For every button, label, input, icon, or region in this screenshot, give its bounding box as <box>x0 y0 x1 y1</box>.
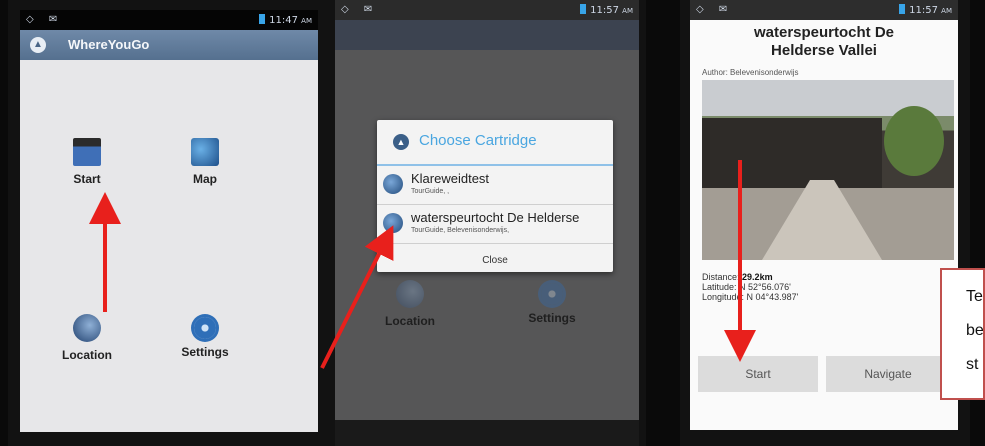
start-label: Start <box>73 172 101 186</box>
close-button[interactable]: Close <box>377 244 613 266</box>
map-tile[interactable]: Map <box>160 138 250 186</box>
cartridge-info: Distance: 29.2km Latitude: N 52°56.076' … <box>702 272 799 302</box>
location-tile[interactable]: Location <box>42 314 132 362</box>
choose-cartridge-dialog: ▲ Choose Cartridge Klareweidtest TourGui… <box>377 120 613 272</box>
dimmed-location-tile: Location <box>365 280 455 328</box>
battery-icon <box>259 14 266 24</box>
settings-tile[interactable]: Settings <box>160 314 250 359</box>
app-logo-icon: ▲ <box>393 134 409 150</box>
globe-icon <box>191 138 219 166</box>
note-callout: Te be st <box>940 268 985 400</box>
location-label: Location <box>62 348 112 362</box>
author-text: Author: Belevenisonderwijs <box>702 68 799 77</box>
status-clock: 11:47 AM <box>259 14 312 26</box>
clapperboard-icon <box>73 138 101 166</box>
status-bar: ◇ ✉ 11:47 AM <box>20 10 318 30</box>
status-icons: ◇ ✉ <box>696 4 734 15</box>
app-title: WhereYouGo <box>68 37 150 52</box>
satellite-dish-icon <box>396 280 424 308</box>
battery-icon <box>580 4 587 14</box>
gear-icon <box>194 317 216 339</box>
status-icons: ◇ ✉ <box>26 14 64 25</box>
cartridge-title: waterspeurtocht De Helderse Vallei <box>753 24 895 59</box>
status-icons: ◇ ✉ <box>341 4 379 15</box>
dimmed-settings-tile: Settings <box>507 280 597 325</box>
phone-2-screen: ◇ ✉ 11:57 AM Location Settings ▲ Choose … <box>335 0 639 446</box>
start-tile[interactable]: Start <box>42 138 132 186</box>
app-bar: ▲ WhereYouGo <box>20 30 318 60</box>
phone-3-screen: ◇ ✉ 11:57 AM waterspeurtocht De Helderse… <box>690 0 958 430</box>
cartridge-item[interactable]: waterspeurtocht De Helderse TourGuide, B… <box>377 205 613 244</box>
phone-1-screen: ◇ ✉ 11:47 AM ▲ WhereYouGo Start Map Loca… <box>20 10 318 432</box>
nav-bar <box>335 420 639 446</box>
app-logo-icon[interactable]: ▲ <box>30 37 46 53</box>
dialog-title: Choose Cartridge <box>419 132 537 149</box>
cartridge-subtitle: TourGuide, , <box>411 188 450 195</box>
gear-icon <box>541 283 563 305</box>
map-label: Map <box>193 172 217 186</box>
compass-icon <box>383 213 403 233</box>
cartridge-photo <box>702 80 954 260</box>
status-bar: ◇ ✉ 11:57 AM <box>335 0 639 20</box>
status-bar: ◇ ✉ 11:57 AM <box>690 0 958 20</box>
dialog-header: ▲ Choose Cartridge <box>377 120 613 166</box>
cartridge-item[interactable]: Klareweidtest TourGuide, , <box>377 166 613 205</box>
status-clock: 11:57 AM <box>580 4 633 16</box>
satellite-dish-icon <box>73 314 101 342</box>
battery-icon <box>899 4 906 14</box>
settings-label: Settings <box>181 345 229 359</box>
cartridge-title: Klareweidtest <box>411 171 490 186</box>
dimmed-app-bar <box>335 20 639 50</box>
cartridge-title: waterspeurtocht De Helderse <box>411 210 580 225</box>
compass-icon <box>383 174 403 194</box>
start-button[interactable]: Start <box>698 356 818 392</box>
cartridge-subtitle: TourGuide, Belevenisonderwijs, <box>411 227 510 234</box>
navigate-button[interactable]: Navigate <box>826 356 950 392</box>
status-clock: 11:57 AM <box>899 4 952 16</box>
